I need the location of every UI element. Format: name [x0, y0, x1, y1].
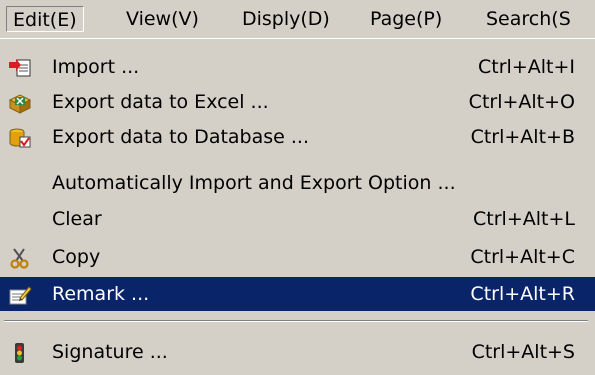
menu-item-label: Export data to Database ... [52, 126, 310, 148]
menu-item-label: Signature ... [52, 341, 168, 363]
menu-item-shortcut: Ctrl+Alt+I [478, 56, 575, 78]
menu-item-label: Copy [52, 246, 101, 268]
edit-dropdown-menu: Import ... Ctrl+Alt+I Export data to Exc… [0, 38, 595, 363]
menu-view[interactable]: View(V) [120, 6, 205, 32]
menu-item-remark[interactable]: Remark ... Ctrl+Alt+R [0, 277, 595, 311]
menu-separator [4, 320, 588, 322]
export-excel-icon [8, 91, 32, 114]
export-database-icon [8, 126, 32, 148]
menu-item-clear[interactable]: Clear Ctrl+Alt+L [0, 202, 595, 236]
scissors-icon [8, 246, 32, 269]
menu-item-copy[interactable]: Copy Ctrl+Alt+C [0, 240, 595, 274]
menu-item-label: Automatically Import and Export Option .… [52, 172, 456, 194]
menu-edit[interactable]: Edit(E) [6, 6, 84, 32]
menu-item-shortcut: Ctrl+Alt+B [470, 126, 575, 148]
menu-item-auto-import-export[interactable]: Automatically Import and Export Option .… [0, 166, 595, 200]
menu-item-label: Clear [52, 208, 102, 230]
menu-item-label: Remark ... [52, 283, 150, 305]
menu-item-label: Export data to Excel ... [52, 91, 269, 113]
menu-item-shortcut: Ctrl+Alt+C [470, 246, 575, 268]
remark-icon [8, 283, 32, 305]
menu-search[interactable]: Search(S [480, 6, 577, 32]
menu-item-signature[interactable]: Signature ... Ctrl+Alt+S [0, 335, 595, 369]
menu-bar: Edit(E) View(V) Disply(D) Page(P) Search… [0, 0, 595, 38]
menu-item-label: Import ... [52, 56, 140, 78]
import-icon [8, 56, 32, 78]
menu-item-shortcut: Ctrl+Alt+R [470, 283, 575, 305]
signature-icon [8, 341, 32, 363]
menu-item-export-database[interactable]: Export data to Database ... Ctrl+Alt+B [0, 120, 595, 154]
menu-item-shortcut: Ctrl+Alt+L [473, 208, 575, 230]
menu-item-import[interactable]: Import ... Ctrl+Alt+I [0, 50, 595, 84]
menu-item-export-excel[interactable]: Export data to Excel ... Ctrl+Alt+O [0, 85, 595, 119]
menu-item-shortcut: Ctrl+Alt+S [471, 341, 575, 363]
menu-item-shortcut: Ctrl+Alt+O [468, 91, 575, 113]
menu-page[interactable]: Page(P) [364, 6, 448, 32]
menu-display[interactable]: Disply(D) [236, 6, 336, 32]
